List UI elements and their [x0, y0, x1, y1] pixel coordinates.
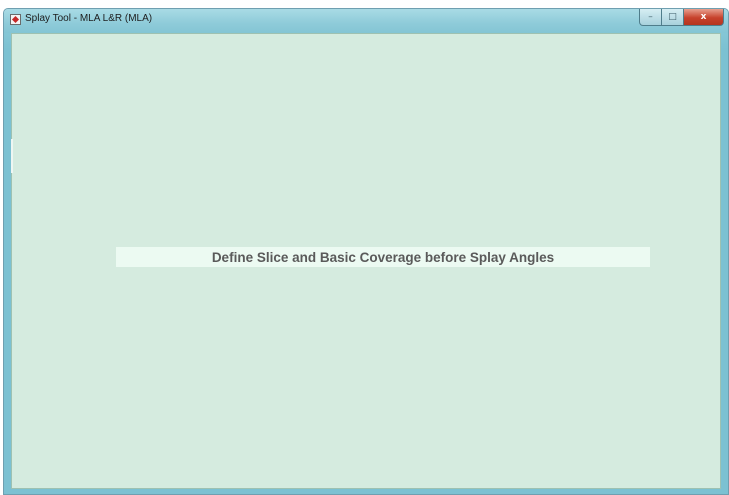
- app-window: Splay Tool - MLA L&R (MLA) – □ x Define …: [3, 8, 729, 495]
- minimize-icon: –: [648, 12, 653, 22]
- matlab-figure-icon[interactable]: [10, 14, 21, 25]
- status-message: Define Slice and Basic Coverage before S…: [211, 249, 555, 265]
- left-edge-marker: [11, 139, 13, 173]
- title-bar[interactable]: Splay Tool - MLA L&R (MLA) – □ x: [4, 9, 728, 33]
- minimize-button[interactable]: –: [639, 9, 662, 26]
- window-title: Splay Tool - MLA L&R (MLA): [25, 13, 153, 24]
- close-icon: x: [700, 12, 707, 22]
- close-button[interactable]: x: [684, 9, 724, 26]
- maximize-button[interactable]: □: [662, 9, 684, 26]
- client-area: Define Slice and Basic Coverage before S…: [11, 33, 721, 489]
- message-panel: Define Slice and Basic Coverage before S…: [116, 247, 650, 267]
- window-controls: – □ x: [639, 9, 724, 26]
- maximize-icon: □: [668, 12, 677, 22]
